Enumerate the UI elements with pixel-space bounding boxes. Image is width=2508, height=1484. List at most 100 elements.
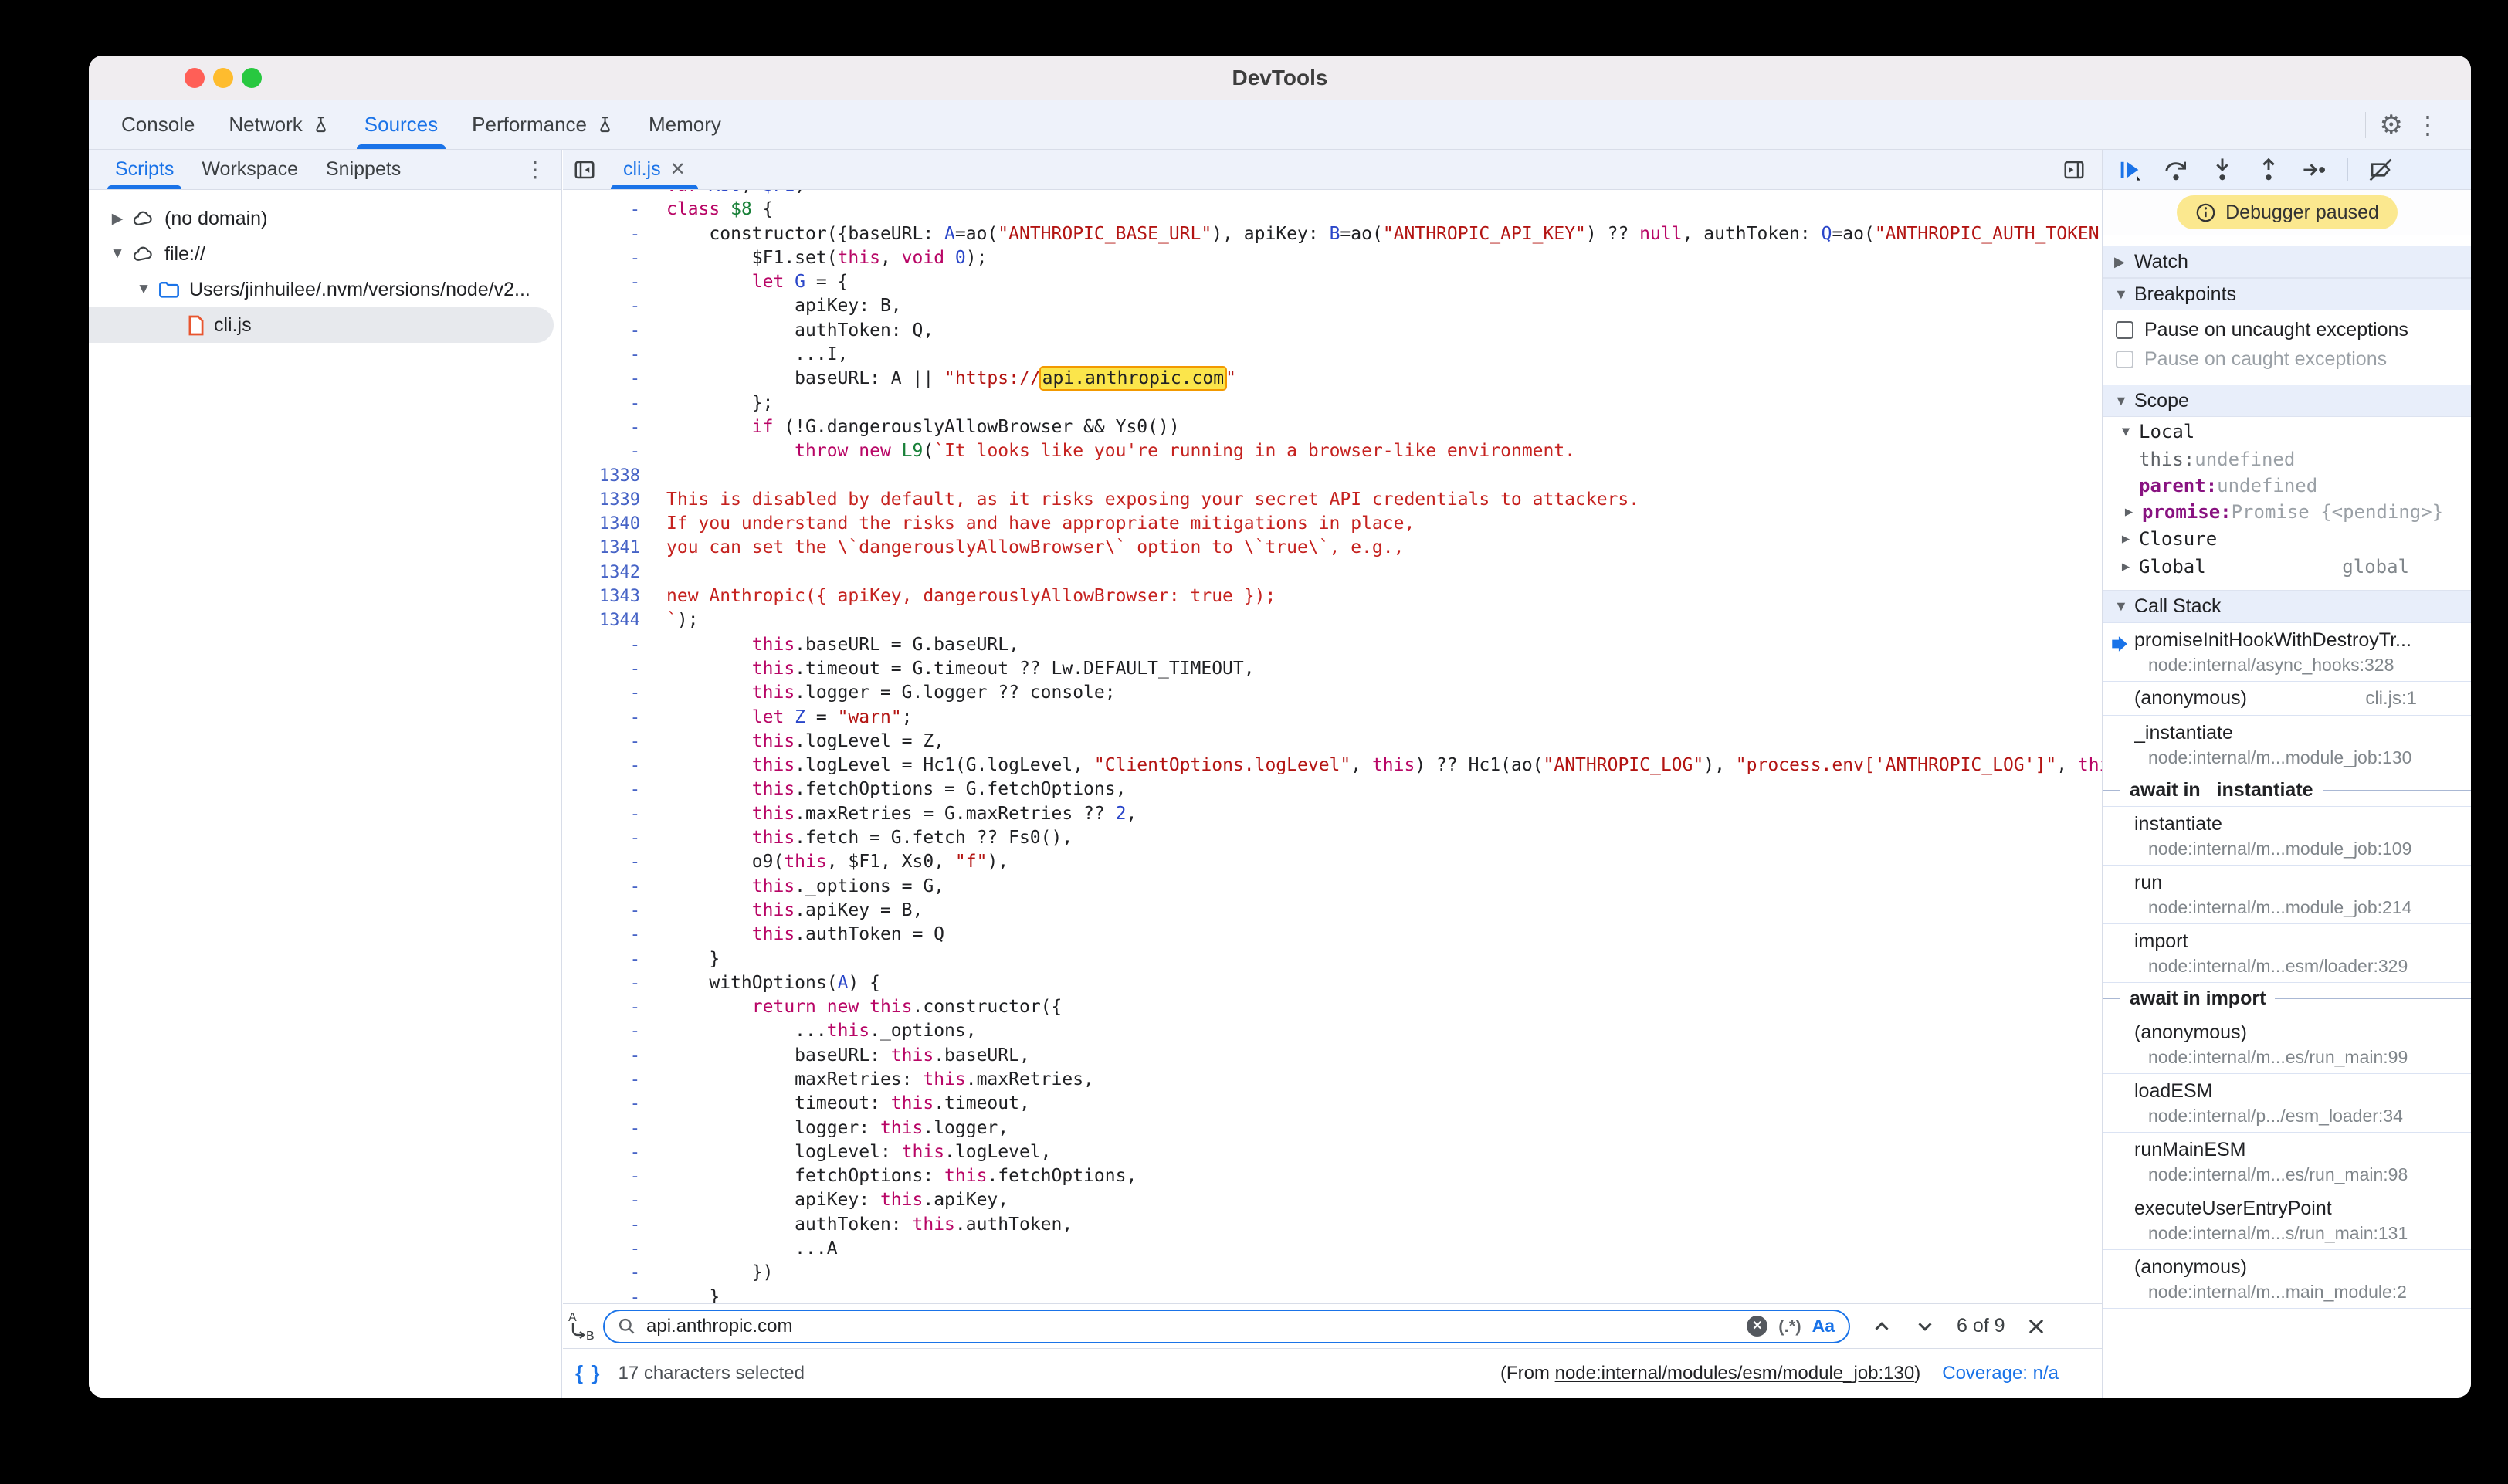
pretty-print-icon[interactable]: { } (575, 1361, 601, 1385)
line-number-gutter[interactable]: - (563, 190, 640, 198)
scope-closure[interactable]: ▶Closure (2103, 525, 2471, 553)
section-call-stack[interactable]: ▼ Call Stack (2103, 590, 2471, 622)
callstack-frame[interactable]: loadESMnode:internal/p.../esm_loader:34 (2103, 1074, 2471, 1133)
line-number-gutter[interactable]: - (563, 899, 640, 923)
section-breakpoints[interactable]: ▼ Breakpoints (2103, 278, 2471, 310)
line-number-gutter[interactable]: - (563, 1164, 640, 1188)
line-number-gutter[interactable]: - (563, 343, 640, 367)
clear-search-icon[interactable]: ✕ (1747, 1316, 1767, 1337)
line-number-gutter[interactable]: 1344 (563, 608, 640, 632)
next-match-button[interactable] (1913, 1315, 1937, 1338)
code-viewport[interactable]: -var Xs0, $F1;-class $8 {- constructor({… (563, 190, 2102, 1303)
callstack-frame[interactable]: promiseInitHookWithDestroyTr...node:inte… (2103, 623, 2471, 682)
close-tab-icon[interactable]: ✕ (670, 158, 686, 181)
line-number-gutter[interactable]: - (563, 754, 640, 778)
replace-toggle-icon[interactable]: A B (563, 1310, 603, 1343)
line-number-gutter[interactable]: - (563, 706, 640, 730)
line-number-gutter[interactable]: - (563, 850, 640, 874)
line-number-gutter[interactable]: - (563, 1092, 640, 1116)
line-number-gutter[interactable]: - (563, 1116, 640, 1140)
line-number-gutter[interactable]: - (563, 1237, 640, 1261)
section-watch[interactable]: ▶ Watch (2103, 246, 2471, 278)
callstack-frame[interactable]: _instantiatenode:internal/m...module_job… (2103, 716, 2471, 774)
scope-global[interactable]: ▶Global global (2103, 553, 2471, 581)
regex-toggle[interactable]: (.*) (1778, 1316, 1801, 1337)
tab-console[interactable]: Console (104, 100, 212, 149)
tree-item-file-root[interactable]: ▼ file:// (89, 236, 561, 272)
tab-memory[interactable]: Memory (632, 100, 738, 149)
collapse-debugger-icon[interactable] (2052, 158, 2096, 181)
deactivate-breakpoints-icon[interactable] (2367, 156, 2394, 184)
callstack-frame[interactable]: runMainESMnode:internal/m...es/run_main:… (2103, 1133, 2471, 1191)
collapse-navigator-icon[interactable] (563, 150, 606, 189)
line-number-gutter[interactable]: - (563, 1019, 640, 1043)
tab-performance[interactable]: Performance (455, 100, 632, 149)
line-number-gutter[interactable]: - (563, 657, 640, 681)
line-number-gutter[interactable]: - (563, 875, 640, 899)
previous-match-button[interactable] (1870, 1315, 1893, 1338)
search-input[interactable]: api.anthropic.com ✕ (.*) Aa (603, 1310, 1850, 1343)
line-number-gutter[interactable]: - (563, 1261, 640, 1285)
chevron-down-icon[interactable]: ▼ (135, 281, 152, 298)
editor-tab-clijs[interactable]: cli.js ✕ (606, 150, 703, 189)
line-number-gutter[interactable]: - (563, 391, 640, 415)
line-number-gutter[interactable]: - (563, 923, 640, 947)
tab-network[interactable]: Network (212, 100, 347, 149)
line-number-gutter[interactable]: - (563, 633, 640, 657)
callstack-frame[interactable]: runnode:internal/m...module_job:214 (2103, 866, 2471, 924)
resume-script-icon[interactable] (2116, 156, 2144, 184)
tree-item-folder[interactable]: ▼ Users/jinhuilee/.nvm/versions/node/v2.… (89, 272, 561, 307)
match-case-toggle[interactable]: Aa (1812, 1316, 1835, 1337)
navigator-more-icon[interactable]: ⋮ (524, 150, 561, 189)
line-number-gutter[interactable]: - (563, 947, 640, 971)
callstack-frame[interactable]: (anonymous)cli.js:1 (2103, 682, 2471, 716)
pause-caught-checkbox[interactable] (2116, 351, 2133, 368)
line-number-gutter[interactable]: - (563, 1068, 640, 1092)
callstack-frame[interactable]: (anonymous)node:internal/m...es/run_main… (2103, 1015, 2471, 1074)
line-number-gutter[interactable]: - (563, 826, 640, 850)
chevron-down-icon[interactable]: ▼ (109, 246, 126, 263)
scope-this[interactable]: this: undefined (2103, 446, 2471, 473)
line-number-gutter[interactable]: - (563, 1213, 640, 1237)
tab-snippets[interactable]: Snippets (312, 150, 415, 189)
line-number-gutter[interactable]: - (563, 995, 640, 1019)
step-icon[interactable] (2301, 156, 2329, 184)
scope-local[interactable]: ▼Local (2103, 417, 2471, 446)
line-number-gutter[interactable]: - (563, 415, 640, 439)
line-number-gutter[interactable]: 1339 (563, 488, 640, 512)
line-number-gutter[interactable]: 1341 (563, 536, 640, 560)
tree-item-clijs[interactable]: cli.js (89, 307, 554, 343)
line-number-gutter[interactable]: - (563, 222, 640, 246)
coverage-link[interactable]: Coverage: n/a (1942, 1363, 2059, 1384)
line-number-gutter[interactable]: - (563, 1140, 640, 1164)
line-number-gutter[interactable]: - (563, 246, 640, 270)
line-number-gutter[interactable]: - (563, 1188, 640, 1212)
line-number-gutter[interactable]: - (563, 270, 640, 294)
line-number-gutter[interactable]: - (563, 439, 640, 463)
chevron-right-icon[interactable]: ▶ (109, 210, 126, 228)
line-number-gutter[interactable]: - (563, 294, 640, 318)
line-number-gutter[interactable]: - (563, 681, 640, 705)
tab-scripts[interactable]: Scripts (101, 150, 188, 189)
line-number-gutter[interactable]: - (563, 367, 640, 391)
line-number-gutter[interactable]: 1340 (563, 512, 640, 536)
tab-workspace[interactable]: Workspace (188, 150, 312, 189)
callstack-frame[interactable]: executeUserEntryPointnode:internal/m...s… (2103, 1191, 2471, 1250)
line-number-gutter[interactable]: - (563, 1286, 640, 1303)
line-number-gutter[interactable]: 1338 (563, 464, 640, 488)
pause-uncaught-checkbox[interactable] (2116, 321, 2133, 339)
line-number-gutter[interactable]: - (563, 802, 640, 826)
line-number-gutter[interactable]: - (563, 1044, 640, 1068)
callstack-frame[interactable]: (anonymous)node:internal/m...main_module… (2103, 1250, 2471, 1309)
line-number-gutter[interactable]: - (563, 730, 640, 754)
settings-gear-icon[interactable]: ⚙ (2380, 112, 2403, 138)
more-options-icon[interactable]: ⋮ (2403, 113, 2452, 137)
scope-parent[interactable]: parent: undefined (2103, 473, 2471, 499)
section-scope[interactable]: ▼ Scope (2103, 385, 2471, 417)
line-number-gutter[interactable]: - (563, 319, 640, 343)
close-search-button[interactable] (2025, 1316, 2047, 1337)
line-number-gutter[interactable]: - (563, 778, 640, 801)
tree-item-no-domain[interactable]: ▶ (no domain) (89, 201, 561, 236)
step-into-icon[interactable] (2208, 156, 2236, 184)
line-number-gutter[interactable]: - (563, 198, 640, 222)
